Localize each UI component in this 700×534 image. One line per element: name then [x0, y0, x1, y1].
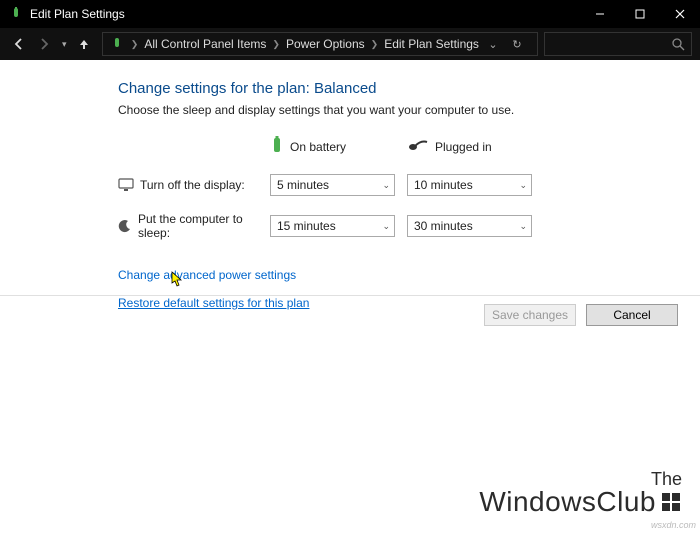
addressbar[interactable]: ❯ All Control Panel Items ❯ Power Option… — [102, 32, 538, 56]
chevron-down-icon: ⌄ — [382, 180, 390, 191]
page-subtitle: Choose the sleep and display settings th… — [118, 103, 660, 117]
breadcrumb-item-1[interactable]: All Control Panel Items — [140, 37, 270, 51]
save-button: Save changes — [484, 304, 576, 326]
breadcrumb-item-2[interactable]: Power Options — [282, 37, 369, 51]
address-dropdown-button[interactable]: ⌄ — [483, 38, 503, 51]
sleep-icon — [118, 218, 132, 234]
chevron-right-icon: ❯ — [129, 39, 141, 50]
column-header-plugged: Plugged in — [407, 138, 532, 155]
app-icon — [8, 6, 24, 22]
close-button[interactable] — [660, 0, 700, 28]
chevron-down-icon: ⌄ — [519, 221, 527, 232]
watermark: The WindowsClub — [479, 470, 682, 516]
row-label-display: Turn off the display: — [118, 177, 258, 193]
page-title: Change settings for the plan: Balanced — [118, 80, 660, 97]
battery-icon — [270, 135, 284, 158]
sleep-battery-dropdown[interactable]: 15 minutes⌄ — [270, 215, 395, 237]
breadcrumb-item-3[interactable]: Edit Plan Settings — [380, 37, 483, 51]
footer-bar: Save changes Cancel — [0, 295, 700, 333]
search-input[interactable] — [544, 32, 692, 56]
sleep-plugged-dropdown[interactable]: 30 minutes⌄ — [407, 215, 532, 237]
windows-logo-icon — [660, 490, 682, 512]
maximize-button[interactable] — [620, 0, 660, 28]
back-button[interactable] — [8, 32, 31, 56]
navbar: ▾ ❯ All Control Panel Items ❯ Power Opti… — [0, 28, 700, 60]
row-label-sleep: Put the computer to sleep: — [118, 212, 258, 240]
forward-button[interactable] — [33, 32, 56, 56]
display-plugged-dropdown[interactable]: 10 minutes⌄ — [407, 174, 532, 196]
display-icon — [118, 177, 134, 193]
advanced-settings-link[interactable]: Change advanced power settings — [118, 268, 296, 282]
cancel-button[interactable]: Cancel — [586, 304, 678, 326]
plug-icon — [407, 138, 429, 155]
chevron-down-icon: ⌄ — [382, 221, 390, 232]
chevron-down-icon: ⌄ — [519, 180, 527, 191]
chevron-right-icon: ❯ — [369, 39, 381, 50]
display-battery-dropdown[interactable]: 5 minutes⌄ — [270, 174, 395, 196]
watermark-url: wsxdn.com — [651, 520, 696, 530]
chevron-right-icon: ❯ — [270, 39, 282, 50]
titlebar: Edit Plan Settings — [0, 0, 700, 28]
minimize-button[interactable] — [580, 0, 620, 28]
up-button[interactable] — [73, 32, 96, 56]
recent-locations-button[interactable]: ▾ — [58, 32, 71, 56]
window-title: Edit Plan Settings — [30, 7, 580, 21]
power-icon — [109, 36, 125, 52]
column-header-battery: On battery — [270, 135, 395, 158]
content-area: Change settings for the plan: Balanced C… — [0, 60, 700, 310]
refresh-button[interactable]: ↻ — [507, 38, 527, 51]
